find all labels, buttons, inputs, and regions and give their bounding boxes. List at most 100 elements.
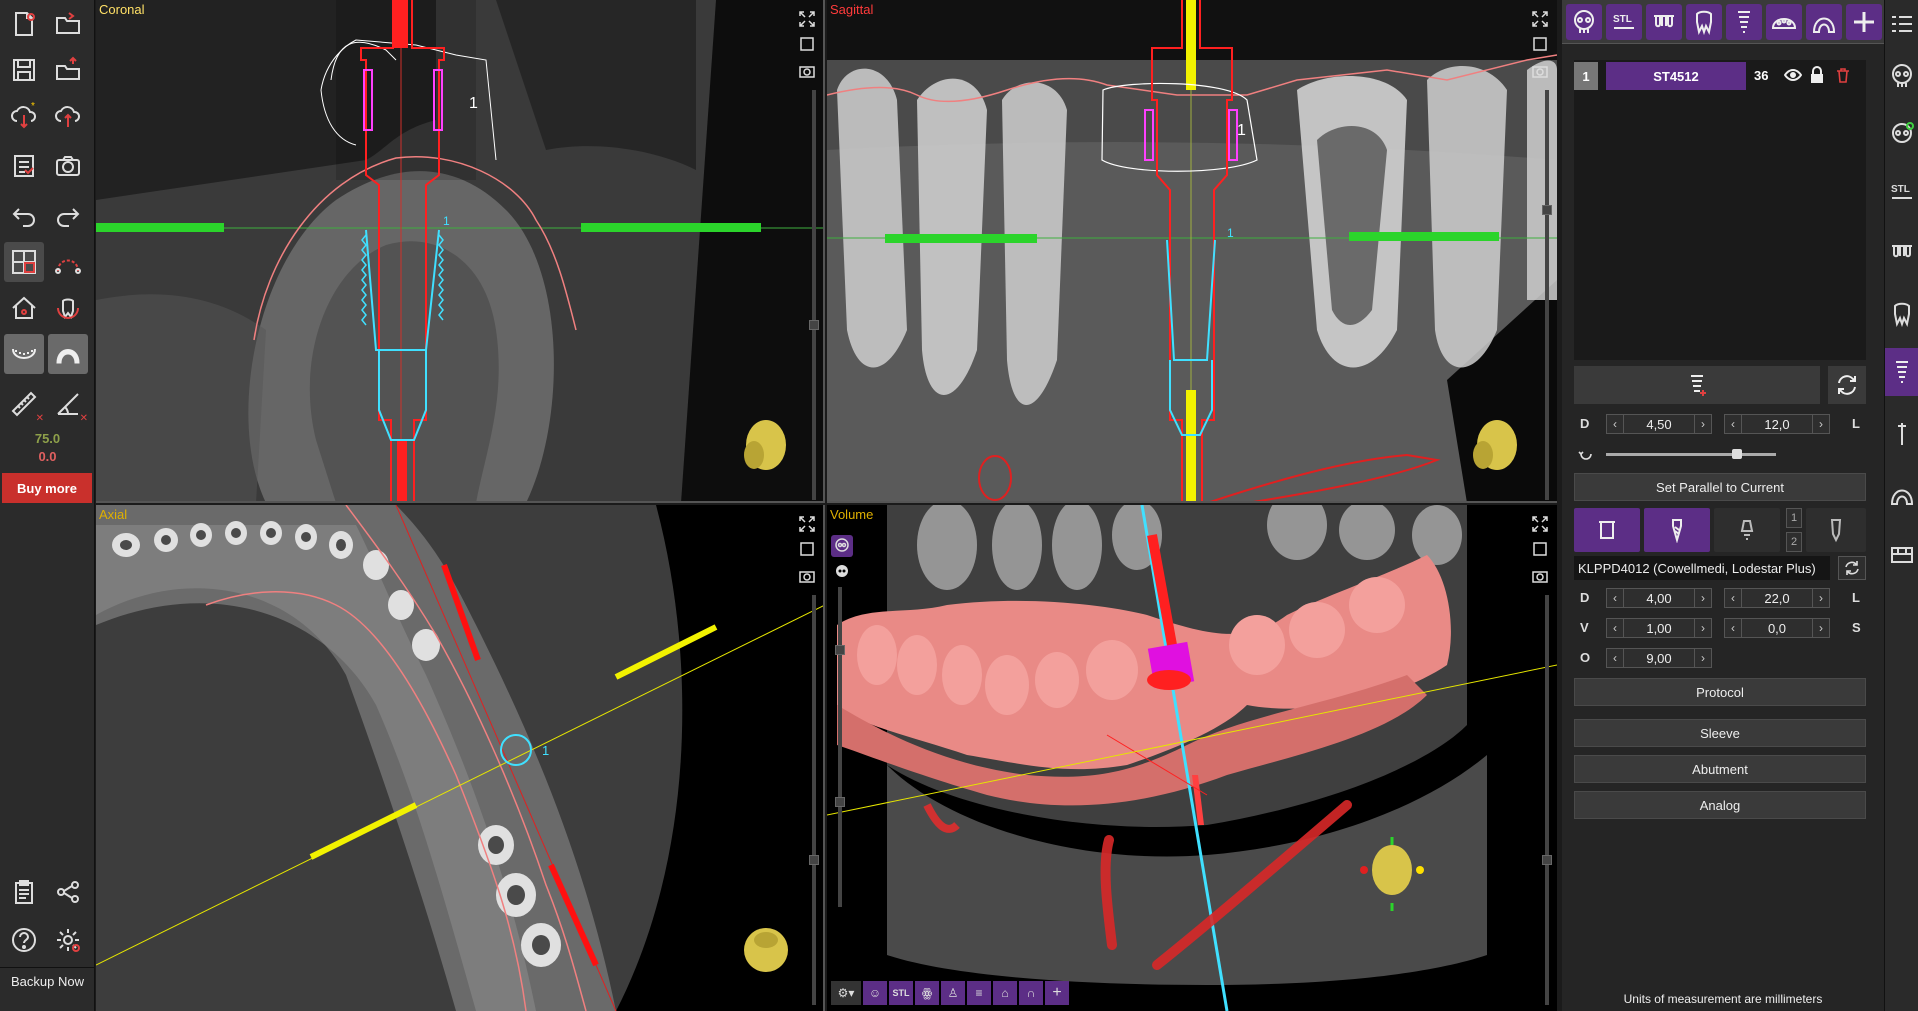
settings-icon[interactable] (48, 920, 88, 960)
export-icon[interactable] (48, 50, 88, 90)
mandible-icon[interactable] (4, 334, 44, 374)
refresh-icon[interactable] (1828, 366, 1866, 404)
arch-icon[interactable] (1885, 470, 1918, 518)
length-decrease[interactable]: ‹ (1724, 414, 1742, 434)
maximize-icon[interactable] (796, 513, 818, 535)
single-view-icon[interactable] (1529, 33, 1551, 55)
sleeve-model-select[interactable]: KLPPD4012 (Cowellmedi, Lodestar Plus) (1574, 556, 1830, 580)
screenshot-icon[interactable] (1529, 60, 1551, 82)
tooth-icon[interactable]: ♙ (941, 981, 965, 1005)
ruler-icon[interactable]: ✕ (4, 384, 44, 424)
implant-icon[interactable] (1885, 348, 1918, 396)
cloud-upload-icon[interactable] (48, 96, 88, 136)
sleeve-v-increase[interactable]: › (1694, 618, 1712, 638)
sleeve-l-decrease[interactable]: ‹ (1724, 588, 1742, 608)
angle-measure-icon[interactable]: ✕ (48, 384, 88, 424)
sleeve-d-decrease[interactable]: ‹ (1606, 588, 1624, 608)
maximize-icon[interactable] (1529, 513, 1551, 535)
screenshot-icon[interactable] (1529, 565, 1551, 587)
help-icon[interactable] (4, 920, 44, 960)
opacity-slider-knob[interactable] (835, 797, 845, 807)
set-parallel-button[interactable]: Set Parallel to Current (1574, 473, 1866, 501)
arch-icon[interactable]: ∩ (1019, 981, 1043, 1005)
panoramic-curve-icon[interactable] (48, 242, 88, 282)
maximize-icon[interactable] (796, 8, 818, 30)
sleeve-l-increase[interactable]: › (1812, 588, 1830, 608)
analog-button[interactable]: Analog (1574, 791, 1866, 819)
add-implant-button[interactable] (1574, 366, 1820, 404)
slice-slider-knob[interactable] (809, 855, 819, 865)
tooth-icon[interactable] (1686, 4, 1722, 40)
sleeve-o-decrease[interactable]: ‹ (1606, 648, 1624, 668)
new-case-icon[interactable] (4, 4, 44, 44)
sleeve-o-increase[interactable]: › (1694, 648, 1712, 668)
slice-slider-knob[interactable] (1542, 855, 1552, 865)
dentition-icon[interactable] (1885, 228, 1918, 276)
clipboard-icon[interactable] (4, 872, 44, 912)
abutment-type-icon[interactable] (1714, 508, 1780, 552)
stl-icon[interactable]: STL (889, 981, 913, 1005)
stack-number[interactable]: 2 (1786, 532, 1802, 552)
sleeve-d-increase[interactable]: › (1694, 588, 1712, 608)
screenshot-icon[interactable] (796, 60, 818, 82)
report-icon[interactable] (4, 146, 44, 186)
stl-icon[interactable]: STL (1885, 168, 1918, 216)
pin-icon[interactable] (1885, 410, 1918, 458)
sleeve-s-increase[interactable]: › (1812, 618, 1830, 638)
drill-type-icon[interactable] (1644, 508, 1710, 552)
slice-slider[interactable] (1545, 595, 1549, 1005)
skull-segment-icon[interactable] (1885, 110, 1918, 158)
implant-icon[interactable]: ≡ (967, 981, 991, 1005)
redo-icon[interactable] (48, 196, 88, 236)
sleeve-o-value[interactable]: 9,00 (1624, 648, 1694, 668)
length-increase[interactable]: › (1812, 414, 1830, 434)
volume-view[interactable]: Volume ⚙▾ ☺ STL ꙮ ♙ ≡ ⌂ ∩ + (827, 505, 1557, 1011)
slice-slider-knob[interactable] (1542, 205, 1552, 215)
guide-icon[interactable]: ⌂ (993, 981, 1017, 1005)
sleeve-s-value[interactable]: 0,0 (1742, 618, 1812, 638)
buy-more-button[interactable]: Buy more (2, 473, 92, 503)
skull-icon[interactable]: ☺ (863, 981, 887, 1005)
list-icon[interactable] (1885, 0, 1918, 48)
rotation-slider-knob[interactable] (1732, 449, 1742, 459)
diameter-increase[interactable]: › (1694, 414, 1712, 434)
share-icon[interactable] (48, 872, 88, 912)
single-view-icon[interactable] (1529, 538, 1551, 560)
slice-slider[interactable] (1545, 90, 1549, 500)
abutment-button[interactable]: Abutment (1574, 755, 1866, 783)
backup-now-button[interactable]: Backup Now (0, 967, 95, 995)
dentition-icon[interactable] (1646, 4, 1682, 40)
stack-number[interactable]: 1 (1786, 508, 1802, 528)
stl-icon[interactable]: STL (1606, 4, 1642, 40)
plus-icon[interactable]: + (1045, 981, 1069, 1005)
opacity-slider-knob[interactable] (835, 645, 845, 655)
implant-icon[interactable] (1726, 4, 1762, 40)
skull-toggle-icon[interactable] (831, 535, 853, 557)
maxilla-icon[interactable] (48, 334, 88, 374)
open-folder-icon[interactable] (48, 4, 88, 44)
camera-icon[interactable] (48, 146, 88, 186)
rotate-tooth-icon[interactable] (48, 288, 88, 328)
sleeve-type-icon[interactable] (1574, 508, 1640, 552)
protocol-button[interactable]: Protocol (1574, 678, 1866, 706)
cloud-download-icon[interactable]: * (4, 96, 44, 136)
skull-icon[interactable] (1566, 4, 1602, 40)
slice-slider[interactable] (812, 595, 816, 1005)
sleeve-l-value[interactable]: 22,0 (1742, 588, 1812, 608)
coronal-view[interactable]: 1 1 Coronal (96, 0, 825, 503)
guide-icon[interactable] (1766, 4, 1802, 40)
sleeve-s-decrease[interactable]: ‹ (1724, 618, 1742, 638)
skull-icon[interactable] (1885, 52, 1918, 100)
slice-slider-knob[interactable] (809, 320, 819, 330)
sleeve-v-value[interactable]: 1,00 (1624, 618, 1694, 638)
diameter-value[interactable]: 4,50 (1624, 414, 1694, 434)
arch-icon[interactable] (1806, 4, 1842, 40)
undo-icon[interactable] (4, 196, 44, 236)
maximize-icon[interactable] (1529, 8, 1551, 30)
screenshot-icon[interactable] (796, 565, 818, 587)
sleeve-button[interactable]: Sleeve (1574, 719, 1866, 747)
add-item-icon[interactable] (1846, 4, 1882, 40)
dentition-icon[interactable]: ꙮ (915, 981, 939, 1005)
save-icon[interactable] (4, 50, 44, 90)
layout-icon[interactable] (4, 242, 44, 282)
